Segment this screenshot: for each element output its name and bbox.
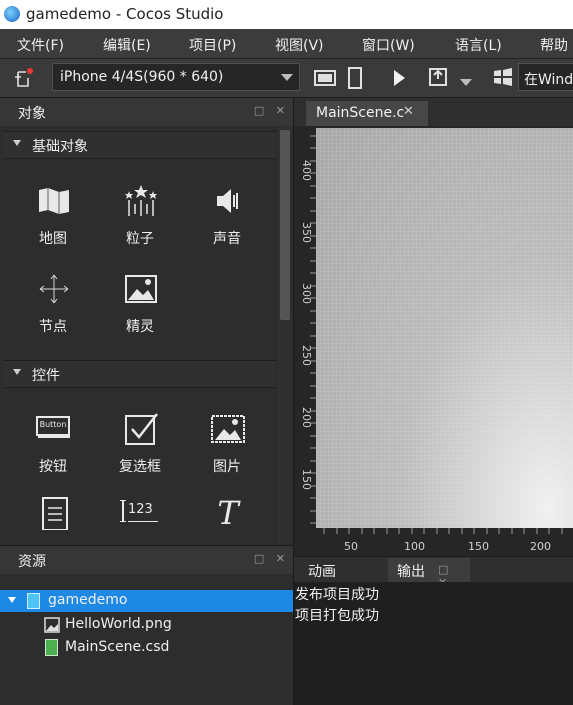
- controls-header[interactable]: 控件: [4, 360, 276, 388]
- image-file-icon: [44, 617, 60, 633]
- csd-file-icon: [45, 639, 58, 656]
- menu-window[interactable]: 窗口(W): [362, 35, 415, 55]
- window-title: gamedemo - Cocos Studio: [26, 5, 224, 23]
- basic-objects-label: 基础对象: [32, 139, 88, 155]
- basic-objects-header[interactable]: 基础对象: [4, 131, 276, 159]
- menu-help[interactable]: 帮助: [540, 35, 568, 55]
- object-node-label: 节点: [39, 319, 67, 335]
- resources-panel-header: 资源 □ ✕: [0, 545, 293, 574]
- object-node[interactable]: 节点: [18, 266, 88, 346]
- toolbar: iPhone 4/4S(960 * 640) 在Windo: [0, 59, 573, 98]
- resources-panel-title: 资源: [18, 554, 46, 570]
- scrollbar-thumb[interactable]: [280, 130, 290, 320]
- tab-output[interactable]: 输出 □ ✕: [388, 558, 470, 589]
- control-image[interactable]: 图片: [192, 406, 262, 486]
- tab-mainscene[interactable]: MainScene.c ✕: [306, 101, 428, 126]
- node-icon: [39, 274, 69, 304]
- run-target-value: 在Windo: [524, 72, 573, 88]
- text-icon: T: [217, 494, 239, 532]
- tree-item-helloworld[interactable]: HelloWorld.png: [0, 614, 293, 636]
- button-icon: Button: [36, 411, 72, 441]
- number-label-icon-text: 123: [128, 502, 153, 517]
- map-icon: [39, 188, 69, 214]
- control-checkbox[interactable]: 复选框: [105, 406, 175, 486]
- device-select-value: iPhone 4/4S(960 * 640): [60, 69, 224, 85]
- tree-item-label: MainScene.csd: [65, 639, 170, 655]
- project-icon: [27, 593, 40, 609]
- number-label-icon: 123: [120, 498, 160, 528]
- chevron-down-icon: [281, 74, 293, 81]
- control-button-label: 按钮: [39, 459, 67, 475]
- menu-bar: 文件(F) 编辑(E) 项目(P) 视图(V) 窗口(W) 语言(L) 帮助: [0, 29, 573, 59]
- panel-float-close-icon[interactable]: □ ✕: [254, 104, 289, 117]
- ruler-ticks: [310, 135, 563, 534]
- menu-edit[interactable]: 编辑(E): [103, 35, 151, 55]
- object-map[interactable]: 地图: [18, 178, 88, 258]
- play-icon[interactable]: [392, 69, 406, 91]
- menu-file[interactable]: 文件(F): [17, 35, 64, 55]
- collapse-triangle-icon: [13, 369, 21, 375]
- object-sound-label: 声音: [213, 231, 241, 247]
- tree-item-label: gamedemo: [48, 592, 128, 608]
- publish-icon[interactable]: [428, 67, 448, 91]
- object-particle-label: 粒子: [126, 231, 154, 247]
- expand-triangle-icon[interactable]: [8, 597, 16, 603]
- device-select[interactable]: iPhone 4/4S(960 * 640): [52, 63, 300, 91]
- collapse-triangle-icon: [13, 140, 21, 146]
- object-map-label: 地图: [39, 231, 67, 247]
- app-logo-icon: [4, 6, 20, 22]
- tab-output-label: 输出: [397, 564, 425, 580]
- object-sound[interactable]: 声音: [192, 178, 262, 258]
- objects-panel-title: 对象: [18, 106, 46, 122]
- tree-item-project[interactable]: gamedemo: [0, 590, 293, 612]
- objects-scrollbar[interactable]: [277, 126, 293, 544]
- tab-mainscene-label: MainScene.c: [316, 105, 405, 121]
- menu-view[interactable]: 视图(V): [275, 35, 324, 55]
- control-checkbox-label: 复选框: [119, 459, 161, 475]
- objects-panel-header: 对象 □ ✕: [0, 98, 293, 126]
- panel-float-close-icon[interactable]: □ ✕: [254, 552, 289, 565]
- object-sprite-label: 精灵: [126, 319, 154, 335]
- controls-label: 控件: [32, 368, 60, 384]
- sprite-icon: [125, 275, 157, 303]
- menu-project[interactable]: 项目(P): [189, 35, 236, 55]
- splitter[interactable]: [293, 98, 294, 705]
- output-line: 发布项目成功: [295, 587, 379, 603]
- output-console: 发布项目成功 项目打包成功: [294, 582, 573, 705]
- landscape-icon[interactable]: [314, 68, 336, 92]
- tab-animation[interactable]: 动画: [300, 558, 380, 582]
- control-image-label: 图片: [213, 459, 241, 475]
- publish-dropdown-icon[interactable]: [459, 73, 473, 92]
- checkbox-icon: [125, 413, 158, 445]
- image-icon: [211, 415, 245, 443]
- particle-icon: [125, 185, 157, 216]
- tree-item-label: HelloWorld.png: [65, 616, 172, 632]
- tab-close-icon[interactable]: ✕: [403, 104, 414, 119]
- tab-animation-label: 动画: [308, 564, 336, 580]
- menu-language[interactable]: 语言(L): [455, 35, 502, 55]
- run-target-select[interactable]: 在Windo: [518, 63, 573, 91]
- title-bar: gamedemo - Cocos Studio: [0, 0, 573, 29]
- button-icon-text: Button: [39, 420, 67, 429]
- object-sprite[interactable]: 精灵: [105, 266, 175, 346]
- text-area-icon: [42, 497, 68, 530]
- control-button[interactable]: Button 按钮: [18, 406, 88, 486]
- object-particle[interactable]: 粒子: [105, 178, 175, 258]
- sound-icon: [217, 189, 238, 213]
- portrait-icon[interactable]: [348, 66, 362, 94]
- tree-item-mainscene[interactable]: MainScene.csd: [0, 637, 293, 659]
- new-file-icon[interactable]: [14, 67, 33, 87]
- windows-logo-icon: [492, 67, 514, 91]
- output-line: 项目打包成功: [295, 608, 379, 624]
